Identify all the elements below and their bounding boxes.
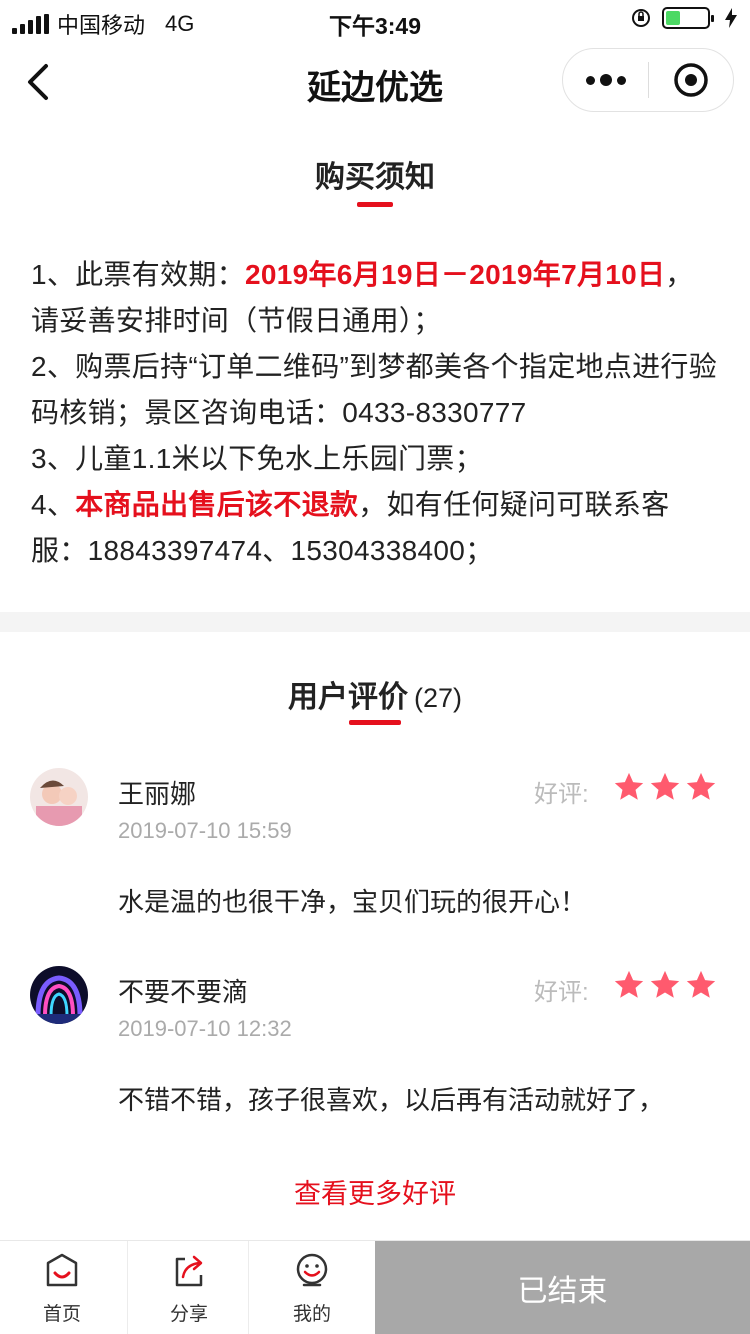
rotation-lock-icon: [632, 9, 650, 27]
validity-period: 2019年6月19日－2019年7月10日: [244, 259, 666, 290]
star-icon: [650, 772, 680, 800]
tab-home[interactable]: 首页: [0, 1241, 124, 1334]
rating-stars: [612, 968, 718, 1002]
notice-heading: 购买须知: [315, 161, 435, 194]
tab-share[interactable]: 分享: [127, 1241, 251, 1334]
share-icon: [175, 1255, 203, 1287]
notice-item-4: 4、本商品出售后该不退款，如有任何疑问可联系客服：18843397474、153…: [31, 482, 721, 574]
review-date: 2019-07-10 15:59: [118, 818, 292, 843]
target-icon: [674, 63, 708, 97]
purchase-notice: 1、此票有效期：2019年6月19日－2019年7月10日，请妥善安排时间（节假…: [31, 252, 721, 574]
review-text: 不错不错，孩子很喜欢，以后再有活动就好了，: [118, 1085, 665, 1115]
tab-divider: [248, 1241, 249, 1334]
star-icon: [614, 772, 644, 800]
close-miniprogram-button[interactable]: [649, 48, 733, 112]
tab-share-label: 分享: [169, 1304, 208, 1325]
smiley-icon: [296, 1253, 328, 1287]
avatar: [30, 768, 88, 826]
star-icon: [686, 970, 716, 998]
reviewer-name: 王丽娜: [118, 779, 197, 809]
reviews-count: (27): [413, 683, 462, 713]
section-divider: [0, 612, 750, 632]
review-grade-label: 好评:: [534, 781, 589, 808]
notice-item-3: 3、儿童1.1米以下免水上乐园门票；: [31, 443, 483, 474]
nav-bar: 延边优选: [0, 40, 750, 124]
reviews-heading: 用户评价 (27): [0, 672, 750, 716]
review-grade-label: 好评:: [534, 979, 589, 1006]
charging-icon: [725, 8, 737, 28]
reviewer-name: 不要不要滴: [118, 977, 249, 1007]
star-icon: [614, 970, 644, 998]
avatar: [30, 966, 88, 1024]
notice-item-1: 1、此票有效期：2019年6月19日－2019年7月10日，请妥善安排时间（节假…: [31, 252, 721, 344]
home-icon: [46, 1253, 78, 1287]
review-text: 水是温的也很干净，宝贝们玩的很开心！: [118, 887, 587, 917]
reviews-heading-underline: [349, 720, 401, 725]
status-right: [630, 7, 738, 29]
more-reviews-link[interactable]: 查看更多好评: [0, 1172, 750, 1211]
notice-heading-underline: [357, 202, 393, 207]
ended-button[interactable]: 已结束: [375, 1241, 750, 1334]
rating-stars: [612, 770, 718, 804]
no-refund-notice: 本商品出售后该不退款: [75, 489, 359, 520]
status-bar: 中国移动 4G 下午3:49: [0, 0, 750, 40]
tab-mine-label: 我的: [292, 1304, 331, 1325]
review-date: 2019-07-10 12:32: [118, 1016, 292, 1041]
battery-icon: [662, 7, 714, 29]
notice-item-1-prefix: 1、此票有效期：: [31, 259, 245, 290]
bottom-tab-bar: 首页 分享 我的 已结束: [0, 1240, 750, 1334]
tab-mine[interactable]: 我的: [250, 1241, 374, 1334]
star-icon: [650, 970, 680, 998]
notice-item-4-prefix: 4、: [31, 489, 76, 520]
capsule-menu: [562, 48, 734, 112]
more-menu-button[interactable]: [563, 48, 648, 112]
notice-item-2: 2、购票后持“订单二维码”到梦都美各个指定地点进行验码核销；景区咨询电话：043…: [31, 351, 718, 428]
reviews-heading-label: 用户评价: [287, 681, 408, 714]
star-icon: [686, 772, 716, 800]
tab-home-label: 首页: [42, 1304, 81, 1325]
